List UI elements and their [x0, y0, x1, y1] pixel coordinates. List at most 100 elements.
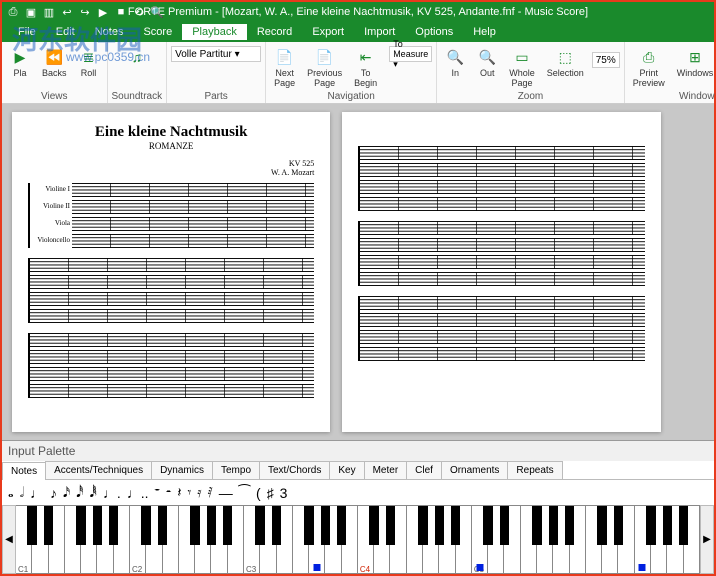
black-key[interactable]	[451, 506, 461, 545]
menu-export[interactable]: Export	[302, 24, 354, 40]
note-glyph-18[interactable]: ♯	[267, 485, 274, 501]
staff[interactable]	[360, 197, 644, 211]
qat-icon-6[interactable]: ■	[114, 5, 128, 19]
black-key[interactable]	[435, 506, 445, 545]
palette-tab-accents-techniques[interactable]: Accents/Techniques	[45, 461, 152, 479]
note-glyph-2[interactable]: ♩	[30, 485, 44, 501]
palette-tab-meter[interactable]: Meter	[364, 461, 408, 479]
windows[interactable]: ⊞Windows	[673, 46, 716, 81]
note-glyph-19[interactable]: 3	[280, 485, 288, 501]
staff[interactable]	[360, 330, 644, 344]
soundtrack-btn[interactable]: ♫	[123, 46, 151, 71]
black-key[interactable]	[500, 506, 510, 545]
staff-system[interactable]	[358, 146, 644, 211]
zoom-out[interactable]: 🔍Out	[473, 46, 501, 81]
black-key[interactable]	[597, 506, 607, 545]
selection[interactable]: ⬚Selection	[543, 46, 588, 81]
staff[interactable]: Violine II	[72, 200, 314, 214]
palette-tab-tempo[interactable]: Tempo	[212, 461, 260, 479]
piano-scroll-right[interactable]: ▶	[700, 505, 714, 574]
black-key[interactable]	[321, 506, 331, 545]
note-glyph-8[interactable]: ♩..	[127, 485, 149, 501]
black-key[interactable]	[549, 506, 559, 545]
menu-score[interactable]: Score	[133, 24, 182, 40]
black-key[interactable]	[663, 506, 673, 545]
black-key[interactable]	[190, 506, 200, 545]
menu-playback[interactable]: Playback	[182, 24, 247, 40]
note-glyph-5[interactable]: 𝅘𝅥𝅰	[76, 484, 83, 501]
note-glyph-15[interactable]: —	[219, 485, 233, 501]
staff[interactable]: Viola	[72, 217, 314, 231]
zoom-value[interactable]: 75%	[592, 52, 620, 68]
note-glyph-11[interactable]: 𝄽	[177, 484, 181, 501]
black-key[interactable]	[255, 506, 265, 545]
palette-tab-clef[interactable]: Clef	[406, 461, 442, 479]
black-key[interactable]	[386, 506, 396, 545]
staff[interactable]	[360, 163, 644, 177]
to-measure-dropdown[interactable]: To Measure ▾	[389, 46, 432, 62]
qat-icon-0[interactable]: ⎙	[6, 5, 20, 19]
qat-icon-5[interactable]: ▶	[96, 5, 110, 19]
score-page-right[interactable]	[342, 112, 660, 432]
palette-tab-dynamics[interactable]: Dynamics	[151, 461, 213, 479]
black-key[interactable]	[532, 506, 542, 545]
note-glyph-0[interactable]: 𝅝	[8, 484, 14, 501]
black-key[interactable]	[44, 506, 54, 545]
staff[interactable]	[360, 313, 644, 327]
black-key[interactable]	[93, 506, 103, 545]
note-glyph-4[interactable]: 𝅘𝅥𝅯	[63, 484, 70, 501]
previous-page[interactable]: 📄PreviousPage	[303, 46, 346, 91]
staff-system[interactable]: Violine I Violine II Viola Violoncello	[28, 183, 314, 248]
black-key[interactable]	[337, 506, 347, 545]
black-key[interactable]	[109, 506, 119, 545]
black-key[interactable]	[272, 506, 282, 545]
menu-record[interactable]: Record	[247, 24, 302, 40]
black-key[interactable]	[304, 506, 314, 545]
next-page[interactable]: 📄NextPage	[270, 46, 299, 91]
staff[interactable]	[360, 347, 644, 361]
note-glyph-13[interactable]: 𝄿	[197, 484, 201, 501]
menu-file[interactable]: File	[8, 24, 46, 40]
note-glyph-3[interactable]: ♪	[50, 485, 57, 501]
staff[interactable]: Violine I	[72, 183, 314, 197]
note-glyph-1[interactable]: 𝅗𝅥	[20, 484, 24, 501]
staff-system[interactable]	[28, 258, 314, 323]
qat-icon-7[interactable]: ⟲	[132, 5, 146, 19]
qat-icon-4[interactable]: ↪	[78, 5, 92, 19]
menu-notes[interactable]: Notes	[85, 24, 134, 40]
black-key[interactable]	[207, 506, 217, 545]
print-preview[interactable]: ⎙PrintPreview	[629, 46, 669, 91]
staff[interactable]	[30, 275, 314, 289]
black-key[interactable]	[27, 506, 37, 545]
staff-system[interactable]	[28, 333, 314, 398]
note-glyph-6[interactable]: 𝅘𝅥𝅱	[90, 484, 97, 501]
black-key[interactable]	[614, 506, 624, 545]
staff[interactable]	[30, 384, 314, 398]
menu-help[interactable]: Help	[463, 24, 506, 40]
staff[interactable]	[360, 146, 644, 160]
staff[interactable]	[30, 333, 314, 347]
staff-system[interactable]	[358, 296, 644, 361]
staff[interactable]: Violoncello	[72, 234, 314, 248]
black-key[interactable]	[483, 506, 493, 545]
roll-view[interactable]: ≣Roll	[75, 46, 103, 81]
black-key[interactable]	[76, 506, 86, 545]
staff[interactable]	[30, 292, 314, 306]
play-view[interactable]: ▶Pla	[6, 46, 34, 81]
black-key[interactable]	[158, 506, 168, 545]
whole-page[interactable]: ▭WholePage	[505, 46, 539, 91]
note-glyph-17[interactable]: (	[256, 485, 261, 501]
staff[interactable]	[30, 350, 314, 364]
piano-scroll-left[interactable]: ◀	[2, 505, 16, 574]
staff[interactable]	[30, 367, 314, 381]
menu-edit[interactable]: Edit	[46, 24, 85, 40]
black-key[interactable]	[565, 506, 575, 545]
zoom-in[interactable]: 🔍In	[441, 46, 469, 81]
black-key[interactable]	[418, 506, 428, 545]
note-glyph-16[interactable]: ⁀	[239, 484, 250, 501]
staff[interactable]	[360, 221, 644, 235]
staff-system[interactable]	[358, 221, 644, 286]
qat-icon-1[interactable]: ▣	[24, 5, 38, 19]
staff[interactable]	[30, 258, 314, 272]
palette-tab-ornaments[interactable]: Ornaments	[441, 461, 508, 479]
